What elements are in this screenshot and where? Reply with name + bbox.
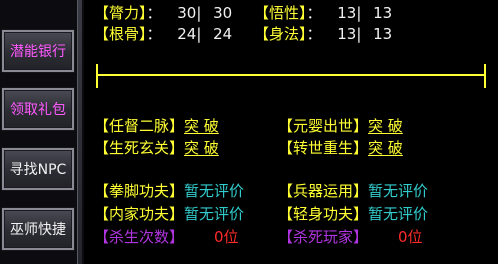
breakthrough-label: 【任督二脉】 <box>94 117 185 135</box>
breakthrough-button[interactable]: 突 破 <box>368 117 403 135</box>
attribute-label: 【根骨】 <box>94 25 147 43</box>
find-npc-button[interactable]: 寻找NPC <box>2 148 74 190</box>
breakthrough-button[interactable]: 突 破 <box>368 139 403 157</box>
rating-value: 暂无评价 <box>184 182 245 200</box>
attribute-current: 30 <box>177 4 197 22</box>
rating-label: 【轻身功夫】 <box>278 205 369 223</box>
breakthrough-reincarnation: 【转世重生】突 破 <box>278 137 403 158</box>
divider-right-cap <box>484 64 486 88</box>
rating-label: 【拳脚功夫】 <box>94 182 185 200</box>
attribute-current: 13 <box>337 25 357 43</box>
rating-weapon: 【兵器运用】暂无评价 <box>278 180 428 201</box>
attribute-max: 24 <box>213 25 233 43</box>
rating-lightness: 【轻身功夫】暂无评价 <box>278 203 428 224</box>
ranking-value: 0位 <box>214 228 239 246</box>
attribute-label: 【身法】 <box>254 25 307 43</box>
breakthrough-governor-vessel: 【任督二脉】突 破 <box>94 115 219 136</box>
sidebar-divider <box>77 0 82 264</box>
attribute-strength: 【膂力】： 30| 30 <box>94 4 233 22</box>
ranking-label: 【杀生次数】 <box>94 228 185 246</box>
attribute-current: 24 <box>177 25 197 43</box>
section-divider <box>96 74 486 76</box>
ranking-player-kills: 【杀死玩家】 0位 <box>278 226 423 247</box>
rating-value: 暂无评价 <box>368 205 429 223</box>
breakthrough-label: 【转世重生】 <box>278 139 369 157</box>
attribute-comprehension: 【悟性】： 13| 13 <box>254 4 393 22</box>
rating-unarmed: 【拳脚功夫】暂无评价 <box>94 180 244 201</box>
breakthrough-nascent-soul: 【元婴出世】突 破 <box>278 115 403 136</box>
attribute-constitution: 【根骨】： 24| 24 <box>94 25 233 43</box>
attribute-max: 13 <box>373 4 393 22</box>
attribute-max: 13 <box>373 25 393 43</box>
breakthrough-life-death-gate: 【生死玄关】突 破 <box>94 137 219 158</box>
left-sidebar: 潜能银行 领取礼包 寻找NPC 巫师快捷 <box>0 0 84 264</box>
attribute-max: 30 <box>213 4 233 22</box>
attribute-label: 【膂力】 <box>94 4 147 22</box>
rating-value: 暂无评价 <box>184 205 245 223</box>
breakthrough-label: 【生死玄关】 <box>94 139 185 157</box>
rating-label: 【兵器运用】 <box>278 182 369 200</box>
character-attributes-panel: 【膂力】： 30| 30 【悟性】： 13| 13 【根骨】： 24| 24 【… <box>84 0 498 264</box>
divider-left-cap <box>96 64 98 88</box>
rating-value: 暂无评价 <box>368 182 429 200</box>
claim-gift-button[interactable]: 领取礼包 <box>2 88 74 130</box>
wizard-shortcut-button[interactable]: 巫师快捷 <box>2 208 74 250</box>
ranking-kills: 【杀生次数】 0位 <box>94 226 239 247</box>
attribute-current: 13 <box>337 4 357 22</box>
breakthrough-button[interactable]: 突 破 <box>184 117 219 135</box>
ranking-label: 【杀死玩家】 <box>278 228 369 246</box>
breakthrough-button[interactable]: 突 破 <box>184 139 219 157</box>
breakthrough-label: 【元婴出世】 <box>278 117 369 135</box>
potential-bank-button[interactable]: 潜能银行 <box>2 30 74 72</box>
attribute-agility: 【身法】： 13| 13 <box>254 25 393 43</box>
rating-internal: 【内家功夫】暂无评价 <box>94 203 244 224</box>
rating-label: 【内家功夫】 <box>94 205 185 223</box>
attribute-label: 【悟性】 <box>254 4 307 22</box>
ranking-value: 0位 <box>398 228 423 246</box>
